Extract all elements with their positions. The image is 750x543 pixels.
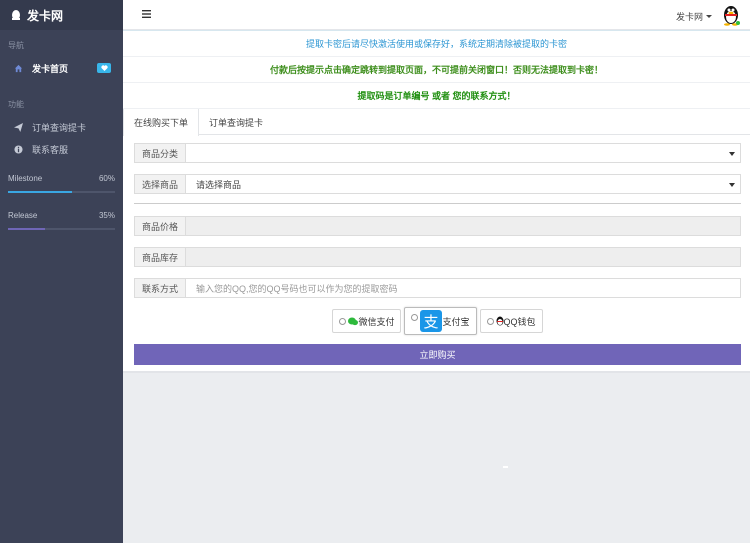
alipay-icon: 支 — [420, 310, 443, 332]
radio-button[interactable] — [411, 313, 419, 321]
penguin-logo-icon — [12, 10, 20, 20]
stock-row: 商品库存 — [134, 247, 741, 267]
user-menu[interactable]: 发卡网 — [676, 10, 712, 23]
home-icon — [13, 63, 23, 73]
qq-icon — [496, 316, 503, 326]
chevron-down-icon — [706, 15, 712, 18]
stock-label: 商品库存 — [134, 247, 185, 267]
stock-field — [185, 247, 741, 267]
avatar[interactable] — [721, 3, 741, 26]
notice-text: 提取卡密后请尽快激活使用或保存好，系统定期清除被提取的卡密 — [305, 39, 567, 49]
notice-3: 提取码是订单编号 或者 您的联系方式！ — [123, 83, 750, 109]
sidebar: 发卡网 导航 发卡首页 功能 订单查询提卡 联系客服 Milestone 60%… — [0, 0, 123, 543]
menu-toggle-icon[interactable] — [142, 10, 151, 18]
payment-label: 微信支付 — [358, 316, 395, 327]
product-select[interactable]: 请选择商品 — [185, 174, 741, 194]
order-form: 商品分类 选择商品 请选择商品 商品价格 商品库存 联系方式 输入您的QQ,您的… — [123, 135, 750, 365]
price-row: 商品价格 — [134, 216, 741, 236]
category-label: 商品分类 — [134, 143, 185, 163]
progress-fill — [8, 191, 73, 193]
heart-icon — [97, 63, 111, 73]
notice-1: 提取卡密后请尽快激活使用或保存好，系统定期清除被提取的卡密 — [123, 31, 750, 57]
payment-label: QQ钱包 — [503, 316, 536, 327]
category-select[interactable] — [185, 143, 741, 163]
product-row: 选择商品 请选择商品 — [134, 174, 741, 194]
progress-value: 35% — [98, 211, 115, 220]
notice-text: 提取码是订单编号 或者 您的联系方式！ — [357, 91, 516, 101]
send-icon — [13, 122, 23, 132]
product-value: 请选择商品 — [196, 179, 242, 190]
sidebar-item-support[interactable]: 联系客服 — [0, 138, 123, 160]
payment-wechat[interactable]: 微信支付 — [332, 309, 402, 333]
divider — [134, 203, 741, 204]
panel-bottom-border — [123, 371, 750, 373]
top-header: 发卡网 — [123, 0, 750, 30]
payment-alipay[interactable]: 支 支付宝 — [404, 307, 477, 335]
dropdown-arrow-icon — [729, 183, 735, 187]
category-row: 商品分类 — [134, 143, 741, 163]
contact-row: 联系方式 输入您的QQ,您的QQ号码也可以作为您的提取密码 — [134, 278, 741, 298]
decorative-mark — [503, 466, 508, 468]
progress-label: Release — [8, 211, 38, 220]
payment-options: 微信支付 支 支付宝 QQ钱包 — [134, 307, 741, 335]
sidebar-item-label: 发卡首页 — [32, 63, 69, 74]
progress-release: Release 35% — [0, 211, 123, 230]
radio-button[interactable] — [339, 317, 347, 325]
progress-bar — [8, 228, 115, 230]
tab-order-query[interactable]: 订单查询提卡 — [199, 109, 273, 135]
sidebar-item-label: 联系客服 — [32, 144, 69, 155]
sidebar-item-label: 订单查询提卡 — [32, 122, 87, 133]
user-menu-label: 发卡网 — [675, 12, 703, 22]
tab-buy-online[interactable]: 在线购买下单 — [123, 109, 200, 136]
radio-button[interactable] — [486, 317, 494, 325]
contact-label: 联系方式 — [134, 278, 185, 298]
svg-text:支: 支 — [424, 313, 439, 331]
buy-now-button[interactable]: 立即购买 — [134, 344, 741, 365]
notice-2: 付款后按提示点击确定跳转到提取页面，不可提前关闭窗口！否则无法提取到卡密！ — [123, 57, 750, 83]
tab-bar: 在线购买下单 订单查询提卡 — [123, 109, 750, 136]
progress-value: 60% — [98, 174, 115, 183]
dropdown-arrow-icon — [729, 152, 735, 156]
main-panel: 提取卡密后请尽快激活使用或保存好，系统定期清除被提取的卡密 付款后按提示点击确定… — [123, 30, 750, 371]
progress-milestone: Milestone 60% — [0, 174, 123, 193]
price-field — [185, 216, 741, 236]
product-label: 选择商品 — [134, 174, 185, 194]
brand-title: 发卡网 — [27, 8, 64, 23]
sidebar-item-home[interactable]: 发卡首页 — [0, 57, 123, 79]
price-label: 商品价格 — [134, 216, 185, 236]
brand[interactable]: 发卡网 — [0, 0, 123, 30]
progress-label: Milestone — [8, 174, 43, 183]
sidebar-item-order-query[interactable]: 订单查询提卡 — [0, 116, 123, 138]
progress-bar — [8, 191, 115, 193]
info-icon — [13, 144, 23, 154]
payment-label: 支付宝 — [442, 316, 470, 327]
contact-input[interactable]: 输入您的QQ,您的QQ号码也可以作为您的提取密码 — [185, 278, 741, 298]
function-heading: 功能 — [8, 100, 24, 109]
progress-fill — [8, 228, 46, 230]
wechat-icon — [348, 317, 359, 325]
nav-heading: 导航 — [8, 41, 24, 50]
notice-text: 付款后按提示点击确定跳转到提取页面，不可提前关闭窗口！否则无法提取到卡密！ — [269, 65, 603, 75]
payment-qq[interactable]: QQ钱包 — [479, 309, 543, 333]
